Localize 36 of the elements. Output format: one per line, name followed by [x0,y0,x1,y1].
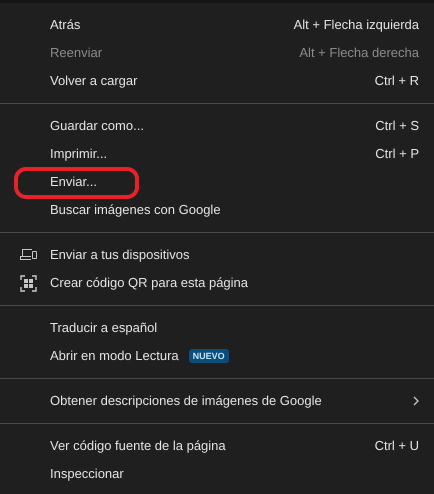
menu-item[interactable]: Obtener descripciones de imágenes de Google [0,387,434,415]
menu-item[interactable]: Traducir a español [0,314,434,342]
menu-item-label: Buscar imágenes con Google [50,201,221,220]
menu-item[interactable]: Atrás Alt + Flecha izquierda [0,11,434,39]
shortcut-text: Ctrl + U [374,437,419,456]
menu-item-label: Atrás [50,16,80,34]
menu-item-label: Traducir a español [50,319,158,338]
menu-item-label: Abrir en modo Lectura [50,347,179,366]
shortcut-text: Ctrl + R [374,72,419,90]
new-tag: NUEVO [188,348,229,364]
menu-item-label: Obtener descripciones de imágenes de Google [50,392,322,410]
menu-item[interactable]: Enviar... [0,168,434,196]
menu-item[interactable]: Enviar a tus dispositivos [0,241,434,269]
menu-item-label: Guardar como... [50,117,144,136]
menu-item[interactable]: Buscar imágenes con Google [0,196,434,224]
shortcut-text: Alt + Flecha izquierda [294,16,419,34]
devices-icon [20,247,37,261]
menu-item-label: Crear código QR para esta página [50,274,248,292]
menu-item-label: Enviar... [50,173,97,192]
menu-item-label: Volver a cargar [50,72,138,90]
menu-item[interactable]: Volver a cargar Ctrl + R [0,67,434,95]
menu-item[interactable]: Inspeccionar [0,460,434,488]
shortcut-text: Ctrl + S [375,117,419,136]
qr-code-icon [20,275,37,292]
menu-item-label: Reenviar [50,44,102,62]
shortcut-text: Ctrl + P [375,145,419,164]
menu-item[interactable]: Ver código fuente de la página Ctrl + U [0,432,434,460]
menu-item[interactable]: Crear código QR para esta página [0,269,434,297]
menu-item-label: Inspeccionar [50,465,124,484]
shortcut-text: Alt + Flecha derecha [299,44,419,62]
menu-item[interactable]: Imprimir... Ctrl + P [0,140,434,168]
menu-item-label: Imprimir... [50,145,108,164]
menu-item-label: Ver código fuente de la página [50,437,226,456]
menu-item[interactable]: Guardar como... Ctrl + S [0,112,434,140]
menu-item-label: Enviar a tus dispositivos [50,246,190,264]
menu-item[interactable]: Abrir en modo Lectura NUEVO [0,342,434,370]
